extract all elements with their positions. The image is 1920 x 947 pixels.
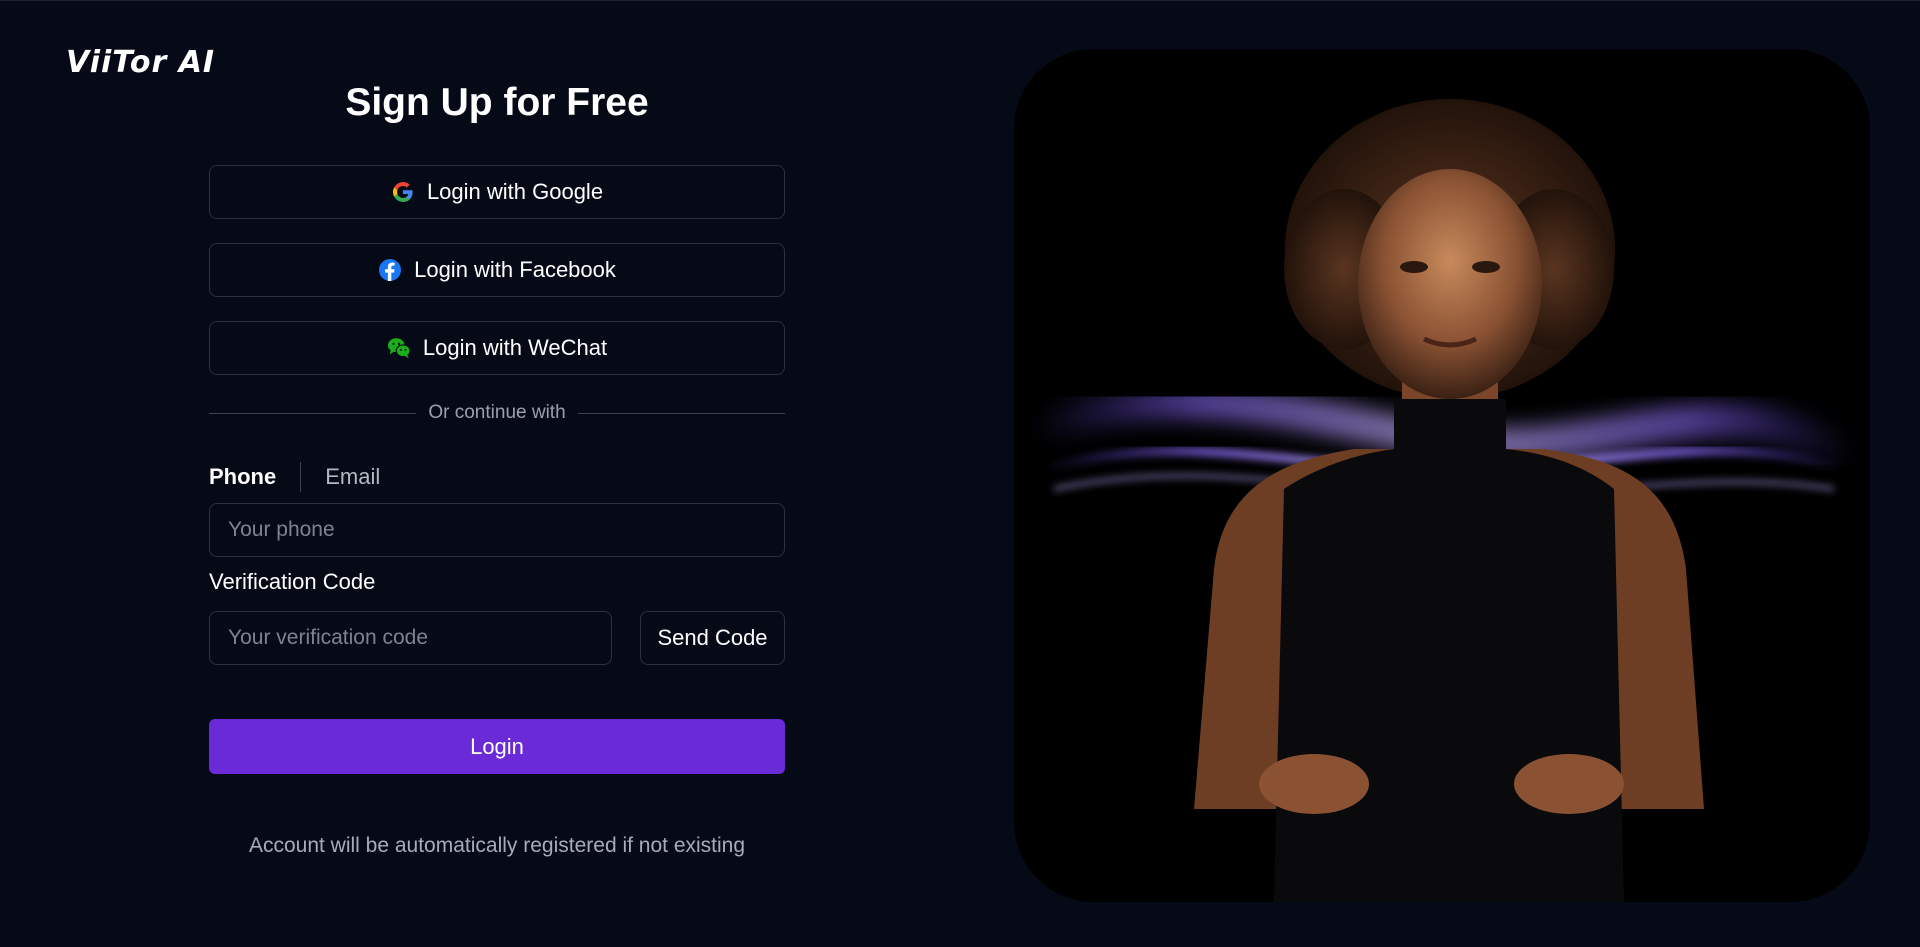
facebook-icon xyxy=(378,258,402,282)
hero-image xyxy=(1014,49,1870,902)
page-title: Sign Up for Free xyxy=(345,81,649,124)
verification-code-input[interactable] xyxy=(209,611,612,665)
login-facebook-label: Login with Facebook xyxy=(414,257,616,282)
verification-code-label: Verification Code xyxy=(209,569,376,594)
login-button[interactable]: Login xyxy=(209,719,785,774)
logo: ViiTor AI xyxy=(66,45,216,80)
login-wechat-button[interactable]: Login with WeChat xyxy=(209,321,785,375)
tab-email[interactable]: Email xyxy=(325,464,380,490)
login-method-tabs: Phone Email xyxy=(209,461,380,493)
or-continue-divider: Or continue with xyxy=(209,400,786,426)
login-google-label: Login with Google xyxy=(426,179,604,204)
login-wechat-label: Login with WeChat xyxy=(422,335,608,360)
google-icon xyxy=(391,180,415,204)
tab-separator xyxy=(300,462,302,492)
divider-line-left xyxy=(209,412,417,414)
phone-input[interactable] xyxy=(209,503,785,557)
send-code-button[interactable]: Send Code xyxy=(640,611,785,665)
divider-text: Or continue with xyxy=(428,402,566,423)
login-google-button[interactable]: Login with Google xyxy=(209,165,785,219)
login-facebook-button[interactable]: Login with Facebook xyxy=(209,243,785,297)
wechat-icon xyxy=(387,336,411,360)
tab-phone[interactable]: Phone xyxy=(209,464,276,490)
auto-register-note: Account will be automatically registered… xyxy=(248,834,746,857)
divider-line-right xyxy=(577,412,786,414)
